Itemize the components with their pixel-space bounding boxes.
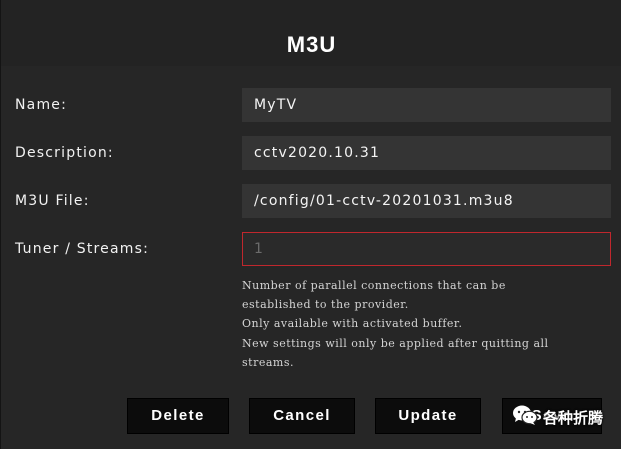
name-input[interactable]: MyTV (242, 88, 611, 122)
delete-button[interactable]: Delete (127, 398, 229, 434)
tuner-streams-row: Tuner / Streams: 1 (1, 232, 621, 266)
name-row: Name: MyTV (1, 88, 621, 122)
description-label: Description: (15, 145, 114, 161)
m3u-file-row: M3U File: /config/01-cctv-20201031.m3u8 (1, 184, 621, 218)
dialog-title: M3U (286, 32, 337, 57)
update-button[interactable]: Update (375, 398, 481, 434)
m3u-file-label: M3U File: (15, 193, 90, 209)
description-row: Description: cctv2020.10.31 (1, 136, 621, 170)
hint-line: streams. (242, 355, 294, 369)
hint-line: Number of parallel connections that can … (242, 279, 506, 292)
save-button[interactable]: Save (502, 398, 602, 434)
hint-line: Only available with activated buffer. (242, 317, 463, 331)
description-input[interactable]: cctv2020.10.31 (242, 136, 611, 170)
tuner-streams-hint: Number of parallel connections that can … (242, 276, 614, 372)
hint-line: established to the provider. (242, 298, 409, 312)
tuner-streams-input[interactable]: 1 (242, 232, 611, 266)
cancel-button[interactable]: Cancel (249, 398, 355, 434)
tuner-streams-label: Tuner / Streams: (15, 241, 150, 257)
m3u-file-input[interactable]: /config/01-cctv-20201031.m3u8 (242, 184, 611, 218)
name-label: Name: (15, 97, 68, 113)
hint-line: New settings will only be applied after … (242, 336, 549, 350)
m3u-dialog: M3U Name: MyTV Description: cctv2020.10.… (0, 0, 621, 449)
